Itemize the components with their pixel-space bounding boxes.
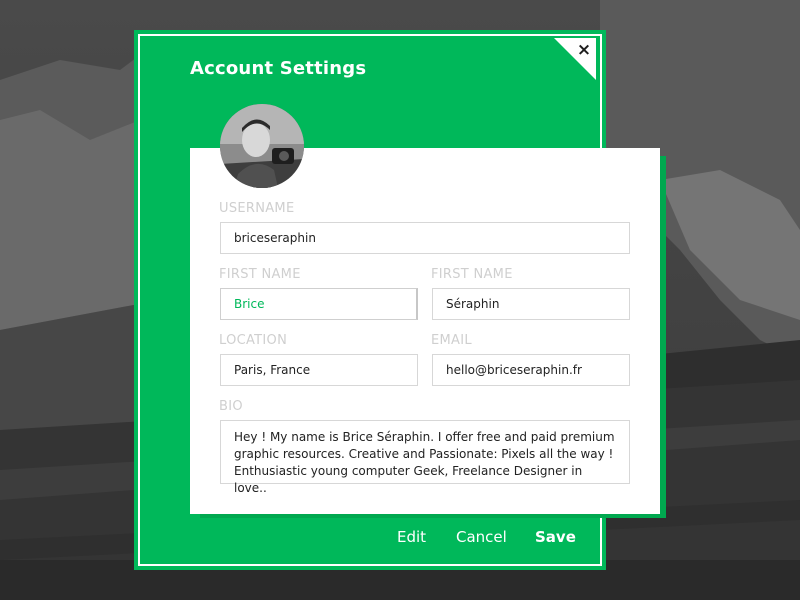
avatar-image [220, 104, 304, 188]
location-field[interactable]: Paris, France [220, 354, 418, 386]
cancel-button[interactable]: Cancel [456, 528, 507, 546]
first-name-field[interactable]: Brice [220, 288, 418, 320]
username-label: USERNAME [219, 201, 295, 216]
location-label: LOCATION [219, 333, 288, 348]
email-label: EMAIL [431, 333, 472, 348]
edit-button[interactable]: Edit [397, 528, 426, 546]
close-icon[interactable]: × [574, 40, 594, 60]
save-button[interactable]: Save [535, 528, 576, 546]
dialog-title: Account Settings [190, 58, 367, 79]
last-name-label: FIRST NAME [431, 267, 513, 282]
first-name-label: FIRST NAME [219, 267, 301, 282]
email-field[interactable]: hello@briceseraphin.fr [432, 354, 630, 386]
bio-field[interactable]: Hey ! My name is Brice Séraphin. I offer… [220, 420, 630, 495]
avatar[interactable] [220, 104, 304, 188]
bio-label: BIO [219, 399, 243, 414]
last-name-field[interactable]: Séraphin [432, 288, 630, 320]
username-field[interactable]: briceseraphin [220, 222, 630, 254]
